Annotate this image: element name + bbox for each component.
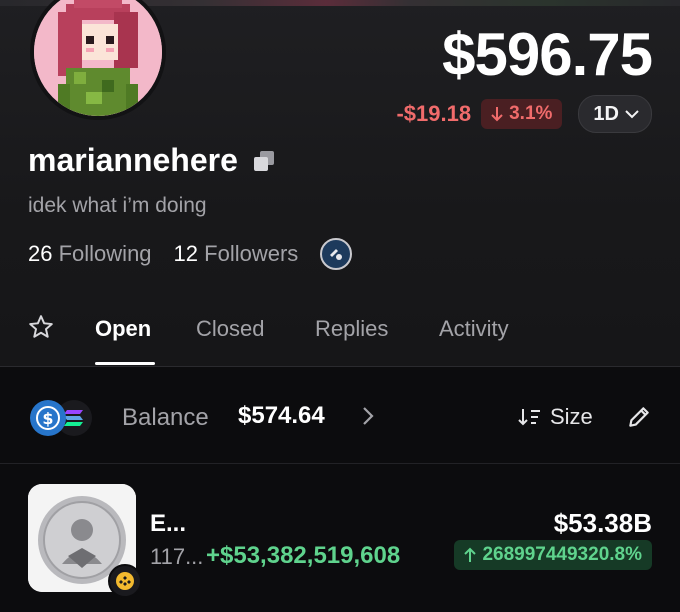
position-pnl-percent-badge: 268997449320.8% [454, 540, 652, 570]
usdc-icon: $ [30, 400, 66, 436]
profile-tabs: Open Closed Replies Activity [0, 300, 680, 366]
balance-label: Balance [122, 404, 209, 431]
tab-replies[interactable]: Replies [315, 316, 388, 342]
followers-link[interactable]: 12 Followers [174, 241, 299, 267]
copy-icon[interactable] [252, 149, 276, 173]
portfolio-change-row: -$19.18 3.1% 1D [396, 95, 652, 133]
timeframe-label: 1D [593, 102, 619, 125]
position-pnl: +$53,382,519,608 [206, 542, 401, 569]
sort-by-size-button[interactable]: Size [518, 404, 593, 430]
portfolio-change-amount: -$19.18 [396, 101, 472, 126]
divider [0, 366, 680, 367]
token-name: E... [150, 510, 187, 537]
tab-activity[interactable]: Activity [439, 316, 509, 342]
balance-row[interactable]: $ Balance $574.64 Size [0, 368, 680, 464]
position-row[interactable]: E... $53.38B 117... +$53,382,519,608 268… [0, 464, 680, 612]
position-quantity: 117... [150, 544, 204, 569]
bnb-chain-icon [108, 564, 142, 598]
arrow-down-icon [491, 107, 503, 122]
profile-bio: idek what i’m doing [28, 194, 207, 217]
star-icon[interactable] [28, 314, 54, 340]
portfolio-change-percent: 3.1% [509, 103, 553, 124]
following-count: 26 [28, 241, 53, 266]
tab-closed[interactable]: Closed [196, 316, 264, 342]
position-value: $53.38B [553, 508, 652, 538]
following-link[interactable]: 26 Following [28, 241, 152, 267]
chevron-down-icon [625, 110, 639, 119]
tab-open[interactable]: Open [95, 316, 151, 342]
following-label: Following [58, 241, 152, 266]
svg-text:$: $ [42, 409, 53, 428]
followers-count: 12 [173, 241, 199, 266]
arrow-up-icon [464, 547, 477, 562]
edit-icon[interactable] [626, 404, 652, 430]
timeframe-selector[interactable]: 1D [578, 95, 652, 133]
profile-header: $596.75 -$19.18 3.1% 1D mariannehere ide… [0, 0, 680, 366]
position-pnl-percent: 268997449320.8% [482, 544, 642, 565]
username-row: mariannehere [28, 142, 276, 179]
followers-label: Followers [204, 241, 299, 266]
sort-icon [518, 409, 540, 426]
chevron-right-icon[interactable] [362, 406, 374, 426]
avatar[interactable] [30, 0, 166, 120]
portfolio-change-percent-badge: 3.1% [481, 99, 563, 129]
sort-label: Size [550, 404, 593, 429]
follow-stats: 26 Following 12 Followers [28, 238, 353, 270]
username: mariannehere [28, 142, 238, 178]
verified-badge-icon[interactable] [320, 238, 353, 270]
active-tab-indicator [95, 362, 155, 365]
portfolio-value: $596.75 [442, 21, 653, 88]
profile-page: $596.75 -$19.18 3.1% 1D mariannehere ide… [0, 0, 680, 612]
balance-value: $574.64 [238, 402, 325, 429]
